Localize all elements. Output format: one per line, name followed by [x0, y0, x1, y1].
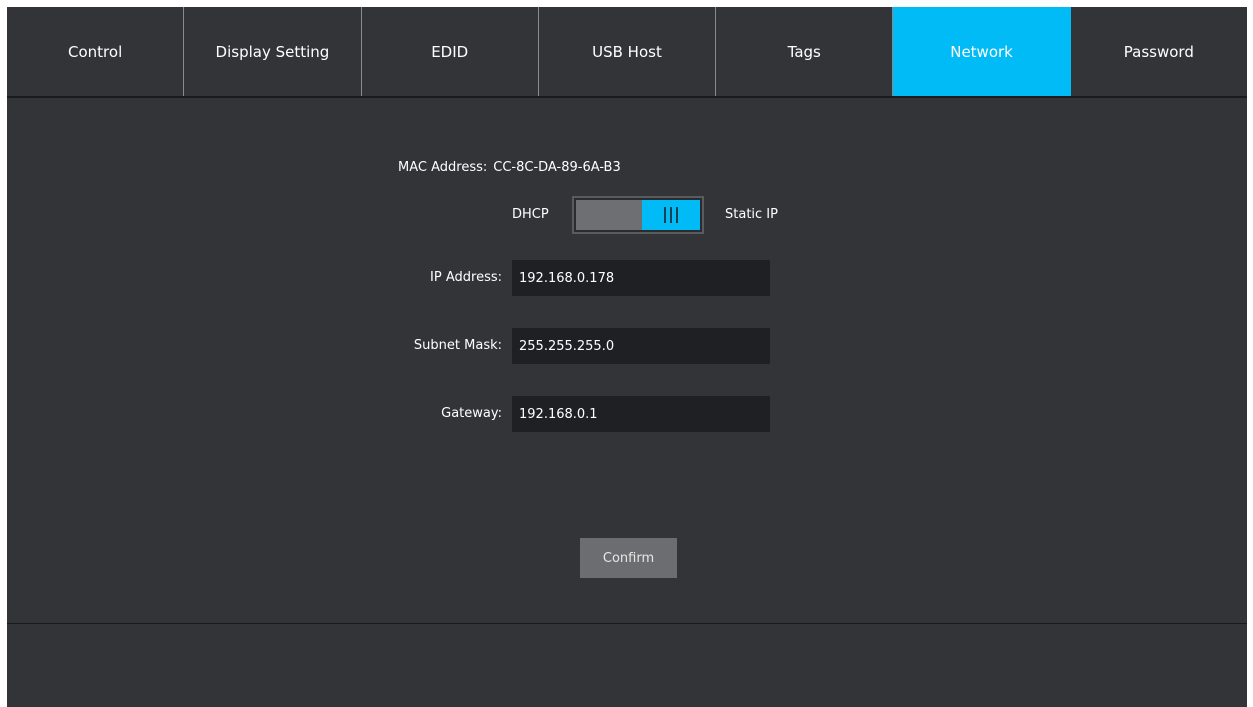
dhcp-label: DHCP — [512, 207, 549, 222]
mac-address-label: MAC Address: — [398, 160, 488, 175]
subnet-mask-input[interactable] — [512, 328, 770, 364]
subnet-mask-label: Subnet Mask: — [413, 338, 502, 353]
network-form: MAC Address: CC-8C-DA-89-6A-B3 DHCP Stati… — [7, 98, 1247, 623]
tab-control[interactable]: Control — [7, 7, 185, 96]
confirm-button[interactable]: Confirm — [580, 538, 677, 578]
grip-lines-icon — [664, 207, 678, 223]
subnet-mask-row: Subnet Mask: — [7, 328, 1247, 364]
toggle-track — [576, 200, 642, 230]
tab-password[interactable]: Password — [1071, 7, 1247, 96]
footer-bar — [7, 623, 1247, 707]
mac-address-value: CC-8C-DA-89-6A-B3 — [493, 160, 621, 175]
ip-address-input[interactable] — [512, 260, 770, 296]
tab-network[interactable]: Network — [893, 7, 1071, 96]
tab-edid[interactable]: EDID — [362, 7, 539, 96]
ip-address-label: IP Address: — [430, 270, 502, 285]
tab-display-setting[interactable]: Display Setting — [184, 7, 362, 96]
gateway-input[interactable] — [512, 396, 770, 432]
tab-bar: Control Display Setting EDID USB Host Ta… — [7, 7, 1247, 98]
tab-usb-host[interactable]: USB Host — [539, 7, 717, 96]
gateway-row: Gateway: — [7, 396, 1247, 432]
mac-address-row: MAC Address: CC-8C-DA-89-6A-B3 — [398, 160, 621, 175]
tab-tags[interactable]: Tags — [716, 7, 894, 96]
ip-address-row: IP Address: — [7, 260, 1247, 296]
ip-mode-row: DHCP Static IP — [7, 196, 1247, 234]
gateway-label: Gateway: — [441, 406, 502, 421]
ip-mode-toggle[interactable] — [572, 196, 704, 234]
static-ip-label: Static IP — [725, 207, 778, 222]
toggle-knob[interactable] — [642, 200, 700, 230]
network-settings-app: Control Display Setting EDID USB Host Ta… — [7, 7, 1247, 707]
